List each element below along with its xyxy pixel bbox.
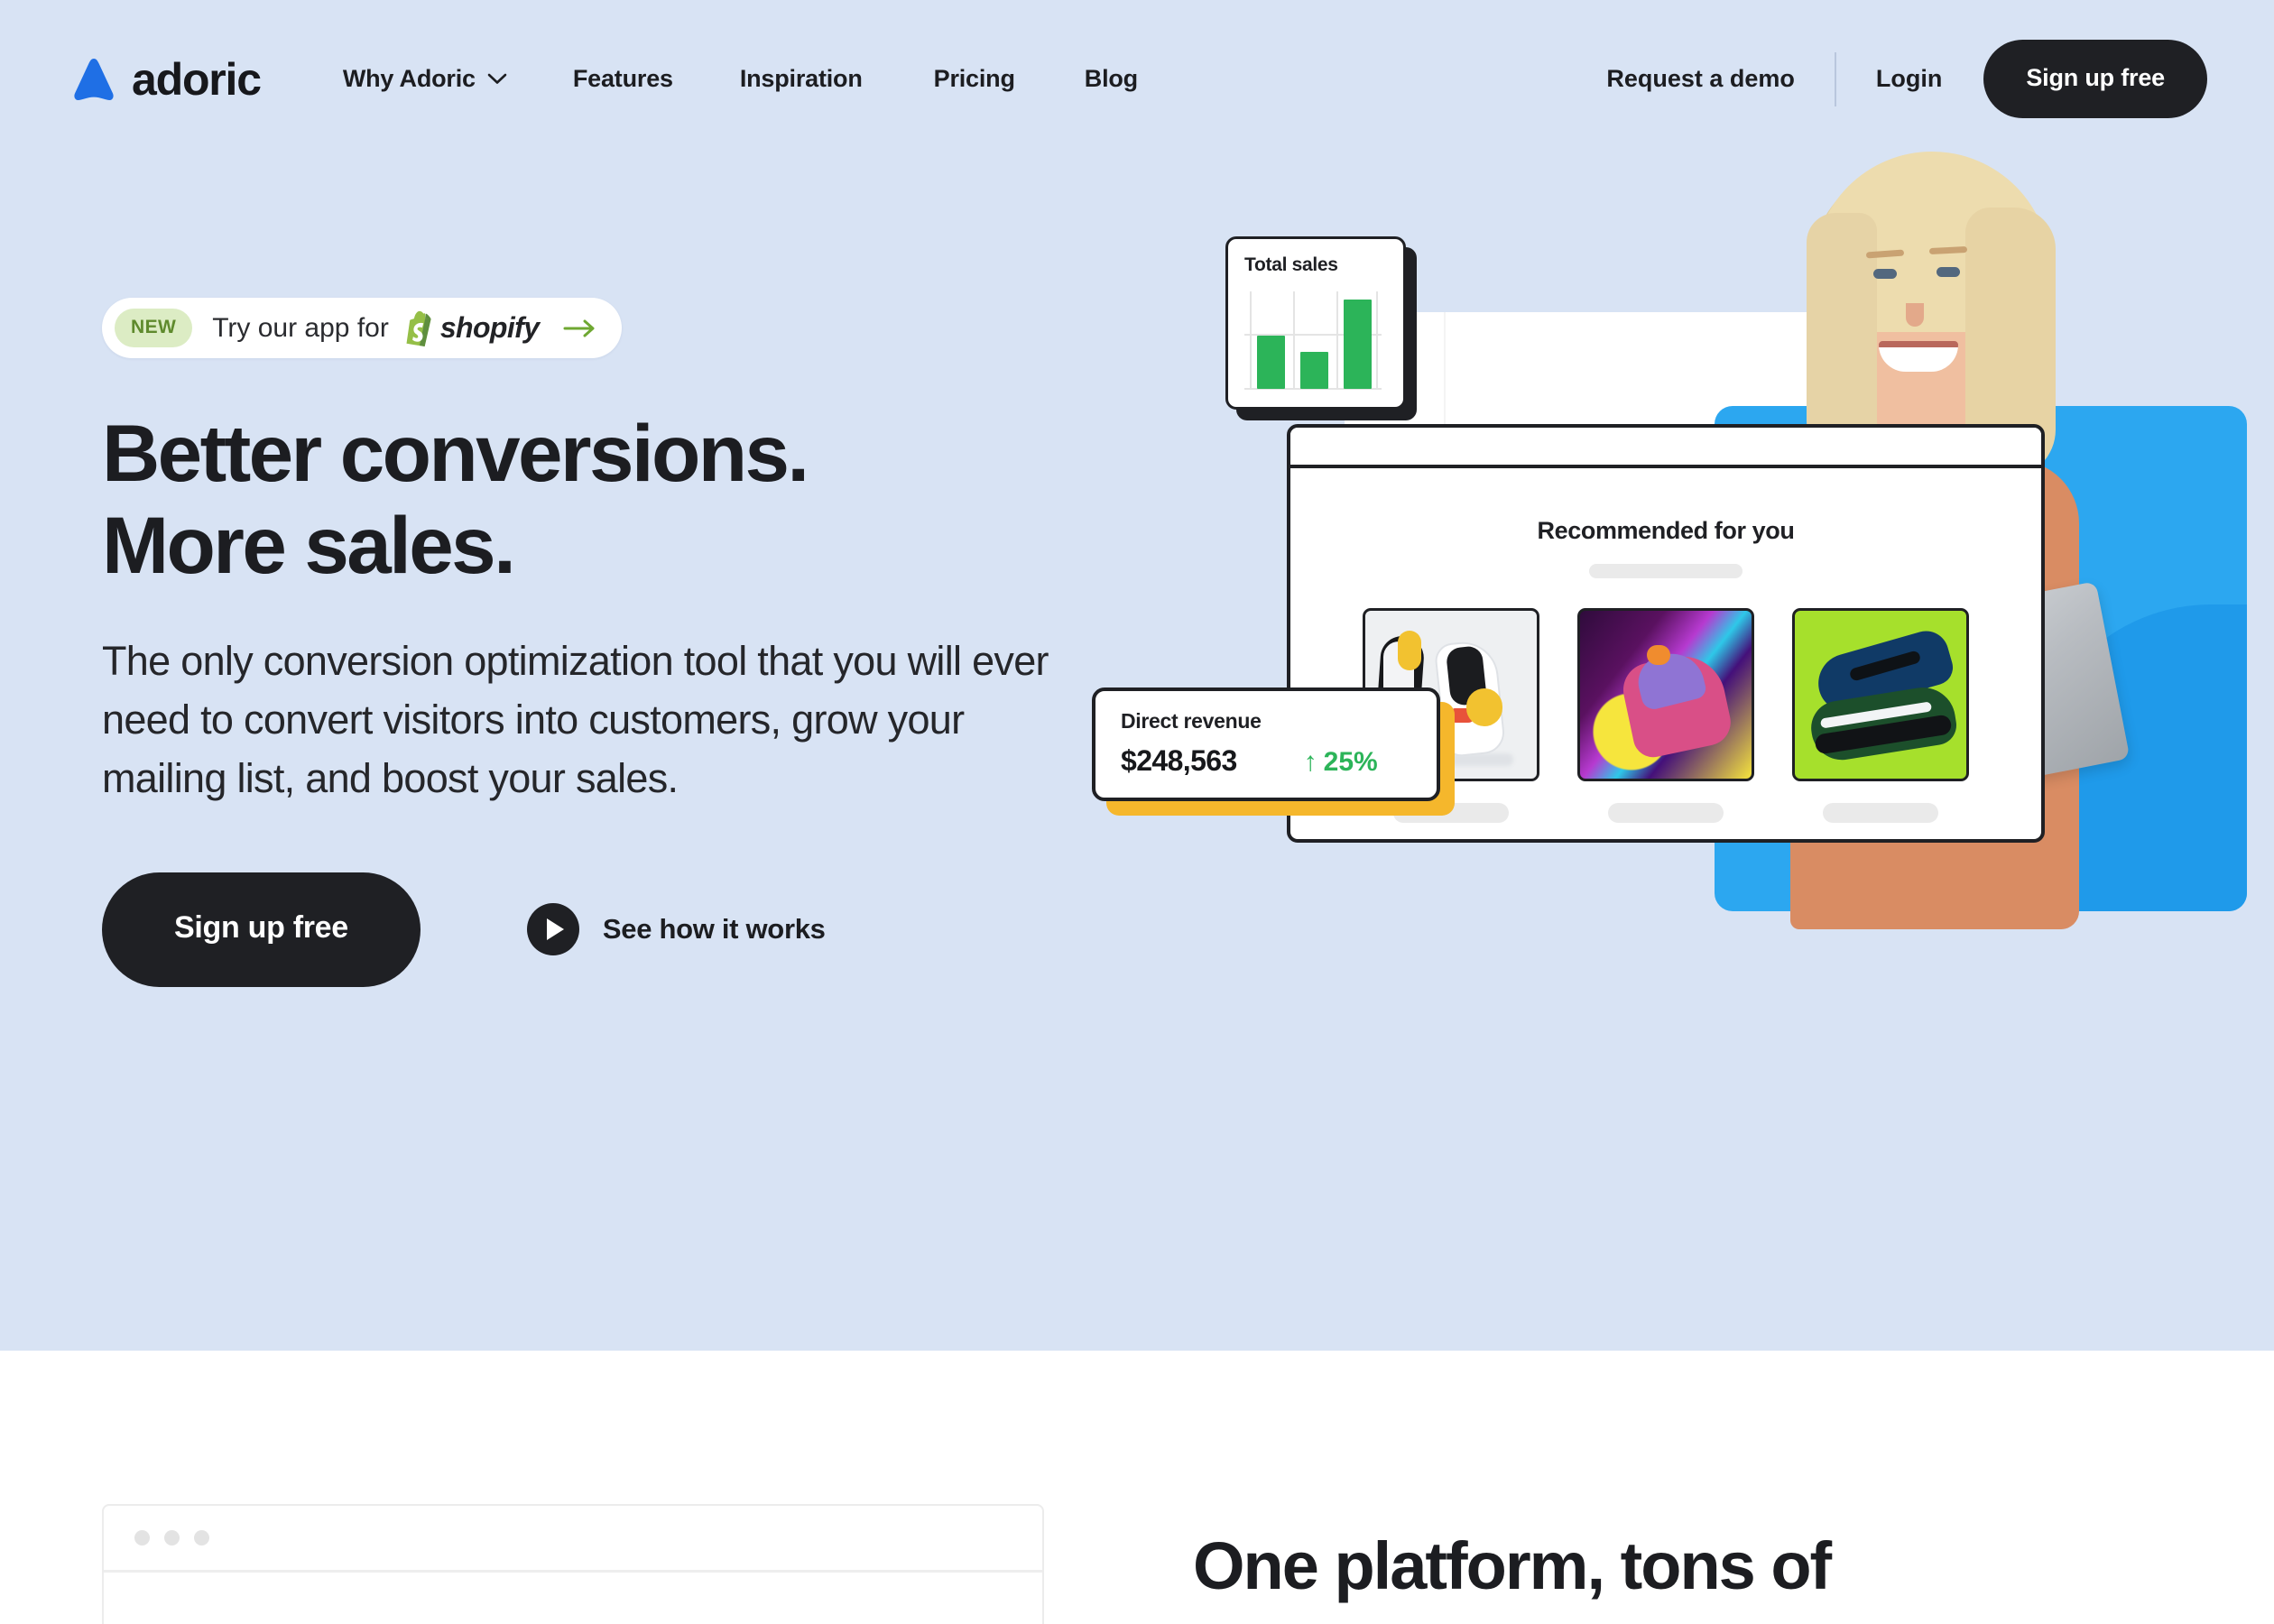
nav-item-pricing[interactable]: Pricing xyxy=(934,65,1015,93)
new-badge: NEW xyxy=(115,309,193,347)
shopify-logo: shopify xyxy=(404,310,540,346)
total-sales-card: Total sales xyxy=(1225,236,1417,420)
nav-divider xyxy=(1834,51,1836,106)
skeleton-product-title xyxy=(1608,803,1724,823)
announcement-text: Try our app for xyxy=(212,312,389,343)
shopify-announcement-pill[interactable]: NEW Try our app for shopify xyxy=(102,298,623,358)
play-icon xyxy=(526,903,579,956)
window-dot xyxy=(164,1530,180,1546)
direct-revenue-value: $248,563 xyxy=(1121,744,1237,777)
recommendation-title: Recommended for you xyxy=(1537,517,1795,544)
skeleton-product-title xyxy=(1823,803,1938,823)
nav-item-why-adoric[interactable]: Why Adoric xyxy=(343,65,507,93)
request-demo-link[interactable]: Request a demo xyxy=(1606,65,1795,93)
product-card-3[interactable] xyxy=(1792,608,1969,843)
status-badge: ↑ 25% xyxy=(1304,747,1378,778)
brand-logo-link[interactable]: adoric xyxy=(70,53,262,106)
direct-revenue-card: Direct revenue $248,563 ↑ 25% xyxy=(1092,687,1455,816)
hero-illustration: Total sales Recommended for you Direct r… xyxy=(1092,135,2274,1263)
skeleton-product-button xyxy=(1373,840,1529,843)
arrow-up-icon: ↑ xyxy=(1303,747,1317,777)
panel-topbar xyxy=(1290,428,2041,468)
hero-cta-group: Sign up free See how it works xyxy=(102,872,1113,987)
hero-section: adoric Why Adoric Features Inspiration P… xyxy=(0,0,2274,1351)
hero-title-line-1: Better conversions. xyxy=(102,408,809,498)
signup-button-nav[interactable]: Sign up free xyxy=(1983,40,2207,118)
shopify-bag-icon xyxy=(406,310,431,346)
hero-title-line-2: More sales. xyxy=(102,499,516,590)
delta-value: 25% xyxy=(1323,747,1378,777)
see-how-it-works-label: See how it works xyxy=(602,913,826,946)
pink-sneaker-neon-thumb xyxy=(1577,608,1754,781)
browser-titlebar xyxy=(104,1506,1042,1573)
chevron-down-icon xyxy=(487,73,507,84)
nav-item-blog[interactable]: Blog xyxy=(1085,65,1138,93)
skeleton-subtitle xyxy=(1589,564,1742,578)
product-card-2[interactable] xyxy=(1577,608,1754,843)
bar-2 xyxy=(1300,352,1328,389)
see-how-it-works-link[interactable]: See how it works xyxy=(526,903,826,956)
features-section: One platform, tons of xyxy=(0,1351,2274,1624)
window-dot xyxy=(134,1530,150,1546)
nav-item-label: Why Adoric xyxy=(342,65,476,92)
total-sales-title: Total sales xyxy=(1244,254,1338,275)
nav-item-inspiration[interactable]: Inspiration xyxy=(740,65,863,93)
login-link[interactable]: Login xyxy=(1876,65,1942,93)
brand-name: adoric xyxy=(132,53,262,105)
skeleton-product-button xyxy=(1588,840,1743,843)
hero-subtitle: The only conversion optimization tool th… xyxy=(102,637,1049,802)
hero-content: NEW Try our app for shopify Better conve… xyxy=(102,298,1113,987)
adoric-triangle-logo-icon xyxy=(74,58,114,100)
navbar: adoric Why Adoric Features Inspiration P… xyxy=(0,0,2274,158)
shopify-wordmark: shopify xyxy=(439,311,540,344)
nav-item-label: Features xyxy=(572,65,673,92)
green-sneaker-pair-thumb xyxy=(1792,608,1969,781)
total-sales-bar-chart xyxy=(1244,291,1382,390)
bar-3 xyxy=(1344,300,1372,389)
nav-item-label: Pricing xyxy=(933,65,1015,92)
arrow-right-icon xyxy=(562,318,598,339)
nav-right-group: Request a demo Login Sign up free xyxy=(1606,40,2207,118)
direct-revenue-label: Direct revenue xyxy=(1121,709,1262,733)
bar-1 xyxy=(1257,336,1285,389)
signup-button-hero[interactable]: Sign up free xyxy=(102,872,421,987)
page-title: Better conversions. More sales. xyxy=(102,408,1113,592)
skeleton-product-button xyxy=(1803,840,1958,843)
nav-item-features[interactable]: Features xyxy=(573,65,673,93)
nav-item-label: Inspiration xyxy=(739,65,863,92)
nav-links: Why Adoric Features Inspiration Pricing … xyxy=(343,65,1138,93)
nav-item-label: Blog xyxy=(1084,65,1138,92)
browser-window-mock xyxy=(102,1504,1044,1624)
window-dot xyxy=(194,1530,209,1546)
features-section-title: One platform, tons of xyxy=(1193,1528,1832,1603)
